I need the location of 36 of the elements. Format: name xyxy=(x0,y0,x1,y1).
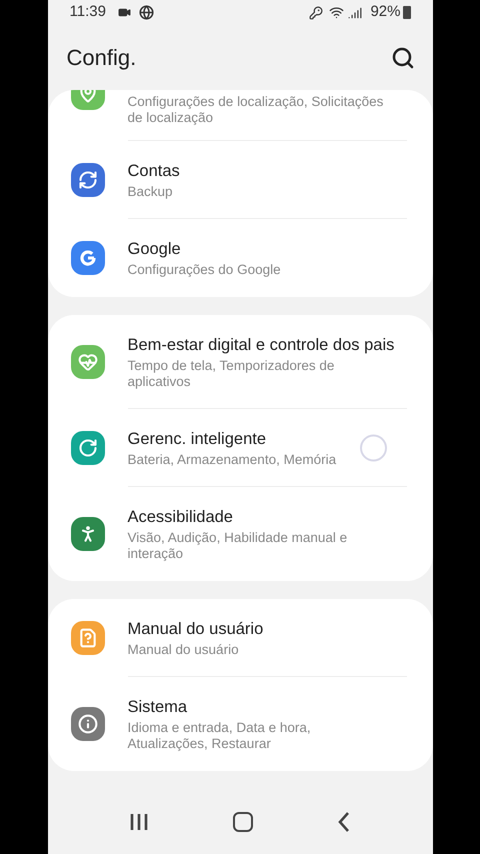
battery-percent: 92% xyxy=(370,2,400,22)
item-subtitle: Idioma e entrada, Data e hora, Atualizações, Restaurar xyxy=(128,720,312,752)
signal-icon xyxy=(348,6,362,20)
settings-item[interactable]: Google Configurações do Google xyxy=(48,219,432,297)
item-title: Contas xyxy=(128,161,180,182)
item-subtitle: Tempo de tela, Temporizadores de aplicativos xyxy=(128,358,336,390)
item-subtitle: Configurações do Google xyxy=(128,262,281,278)
settings-item[interactable]: Gerenc. inteligente Bateria, Armazenamento, Memória xyxy=(48,409,432,487)
home-button[interactable] xyxy=(232,812,253,832)
key-icon xyxy=(309,6,324,20)
item-subtitle: Configurações de localização, Solicitações de localização xyxy=(128,94,384,126)
video-camera-icon xyxy=(118,6,131,19)
battery-icon xyxy=(402,6,410,19)
page-title: Config. xyxy=(66,44,136,72)
settings-item[interactable]: Sistema Idioma e entrada, Data e hora, Atualizações, Restaurar xyxy=(48,677,432,771)
item-title: Manual do usuário xyxy=(128,619,264,640)
item-title: Google xyxy=(128,239,181,260)
status-time: 11:39 xyxy=(70,2,106,22)
settings-item[interactable]: Acessibilidade Visão, Audição, Habilidade manual e interação xyxy=(48,487,432,581)
globe-icon xyxy=(138,5,154,20)
wifi-icon xyxy=(329,5,344,20)
item-title: Gerenc. inteligente xyxy=(128,429,266,450)
search-icon[interactable] xyxy=(390,46,414,70)
settings-item[interactable]: Manual do usuário Manual do usuário xyxy=(48,599,432,677)
settings-item[interactable]: Contas Backup xyxy=(48,141,432,219)
item-title: Acessibilidade xyxy=(128,507,233,528)
item-subtitle: Manual do usuário xyxy=(128,642,239,658)
item-title: Sistema xyxy=(128,697,188,718)
back-icon[interactable] xyxy=(336,811,351,833)
item-subtitle: Visão, Audição, Habilidade manual e interação xyxy=(128,530,348,562)
item-subtitle: Bateria, Armazenamento, Memória xyxy=(128,452,336,468)
settings-item[interactable]: Bem-estar digital e controle dos pais Tempo de tela, Temporizadores de aplicativos xyxy=(48,315,432,409)
recent-apps-icon[interactable] xyxy=(129,812,150,832)
item-subtitle: Backup xyxy=(128,184,173,200)
settings-item[interactable]: Configurações de localização, Solicitações de localização xyxy=(48,90,432,141)
item-title: Bem-estar digital e controle dos pais xyxy=(128,335,394,356)
